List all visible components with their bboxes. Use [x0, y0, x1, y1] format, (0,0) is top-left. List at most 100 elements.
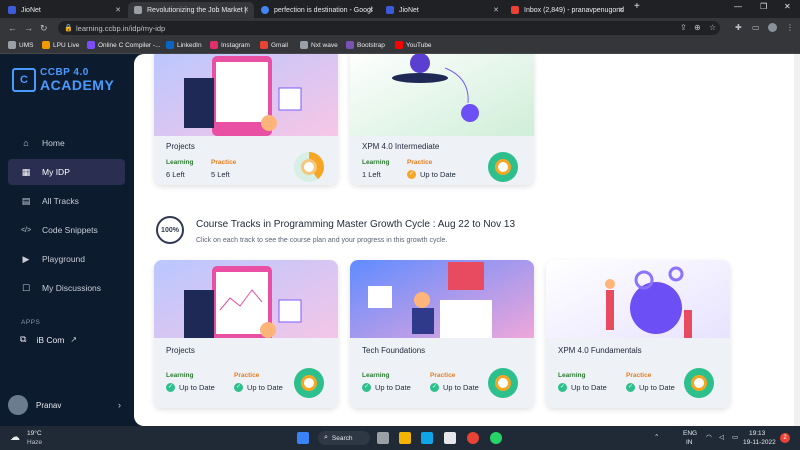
projects-illustration-icon — [154, 260, 338, 348]
bookmark-ums[interactable]: UMS — [8, 41, 33, 49]
sidebar-item-code-snippets[interactable]: </> Code Snippets — [8, 217, 125, 243]
tab-title: JioNet — [399, 6, 419, 14]
close-window-icon[interactable]: ✕ — [784, 2, 791, 11]
ccbp-logo[interactable]: C CCBP 4.0 ACADEMY — [12, 68, 114, 92]
apps-section-label: APPS — [21, 319, 41, 326]
main-content: Projects Learning 6 Left Practice 5 Left — [134, 54, 800, 426]
check-icon: ✓ — [558, 383, 567, 392]
idp-icon: ▦ — [21, 166, 31, 177]
tab-gmail[interactable]: Inbox (2,849) - pranavpenugond ✕ — [505, 2, 629, 18]
close-tab-icon[interactable]: ✕ — [493, 6, 499, 14]
close-tab-icon[interactable]: ✕ — [115, 6, 121, 14]
bookmark-linkedin[interactable]: LinkedIn — [166, 41, 202, 49]
extensions-icon[interactable]: ✚ — [735, 23, 742, 32]
tab-ccbp[interactable]: Revolutionizing the Job Market | ✕ — [128, 2, 254, 18]
card-body: Projects Learning ✓ Up to Date Practice ✓… — [154, 338, 338, 408]
ib-com-icon: ⧉ — [20, 334, 27, 344]
sidebar-item-playground[interactable]: ▶ Playground — [8, 246, 125, 272]
bookmark-bootstrap[interactable]: Bootstrap — [346, 41, 385, 49]
bookmark-label: UMS — [19, 41, 34, 49]
learning-stat: Learning ✓ Up to Date — [166, 372, 215, 392]
page-scrollbar[interactable] — [794, 54, 800, 426]
card-projects-top[interactable]: Projects Learning 6 Left Practice 5 Left — [154, 54, 338, 185]
whatsapp-icon[interactable] — [490, 432, 502, 444]
youtube-icon — [395, 41, 403, 49]
forward-icon[interactable]: → — [24, 23, 33, 33]
card-projects[interactable]: Projects Learning ✓ Up to Date Practice ✓… — [154, 260, 338, 408]
bookmark-label: Instagram — [221, 41, 250, 49]
practice-stat: Practice ✓ Up to Date — [626, 372, 675, 392]
battery-icon[interactable]: ▭ — [732, 433, 738, 441]
maximize-icon[interactable]: ❐ — [760, 2, 767, 11]
bookmark-compiler[interactable]: Online C Compiler -... — [87, 41, 161, 49]
tab-jionet-1[interactable]: JioNet ✕ — [2, 2, 126, 18]
bookmark-instagram[interactable]: Instagram — [210, 41, 250, 49]
bookmark-lpu[interactable]: LPU Live — [42, 41, 79, 49]
close-tab-icon[interactable]: ✕ — [368, 6, 374, 14]
bookmark-gmail[interactable]: Gmail — [260, 41, 288, 49]
sidebar: C CCBP 4.0 ACADEMY ⌂ Home ▦ My IDP ▤ All Tr… — [0, 54, 133, 426]
share-icon[interactable]: ⇪ — [680, 23, 687, 32]
user-profile[interactable]: Pranav › — [8, 395, 125, 415]
windows-start-icon[interactable] — [297, 432, 309, 444]
store-icon[interactable] — [444, 432, 456, 444]
bookmark-star-icon[interactable]: ☆ — [709, 23, 716, 32]
clock-date: 19-11-2022 — [743, 439, 776, 446]
new-tab-button[interactable]: + — [634, 1, 640, 12]
tab-jionet-2[interactable]: JioNet ✕ — [380, 2, 504, 18]
weather-icon: ☁ — [10, 432, 20, 443]
profile-avatar-icon[interactable] — [768, 23, 777, 32]
task-view-icon[interactable] — [377, 432, 389, 444]
address-bar[interactable]: 🔒 learning.ccbp.in/idp/my-idp — [58, 21, 720, 35]
chrome-icon[interactable] — [467, 432, 479, 444]
tab-title: perfection is destination - Googl — [274, 6, 373, 14]
chevron-up-icon[interactable]: ⌃ — [654, 433, 659, 441]
bookmark-label: Online C Compiler -... — [98, 41, 161, 49]
card-tech-foundations[interactable]: Tech Foundations Learning ✓ Up to Date Pr… — [350, 260, 534, 408]
gmail-icon — [260, 41, 268, 49]
practice-label: Practice — [234, 372, 260, 379]
file-explorer-icon[interactable] — [399, 432, 411, 444]
progress-ring-inner — [301, 159, 317, 175]
menu-dots-icon[interactable]: ⋮ — [786, 23, 794, 32]
discussions-icon: ☐ — [21, 282, 31, 293]
tab-google[interactable]: perfection is destination - Googl ✕ — [255, 2, 379, 18]
bookmark-youtube[interactable]: YouTube — [395, 41, 432, 49]
card-xpm-intermediate[interactable]: XPM 4.0 Intermediate Learning 1 Left Pra… — [350, 54, 534, 185]
install-icon[interactable]: ⊕ — [694, 23, 701, 32]
volume-icon[interactable]: ◁ — [719, 433, 724, 441]
bookmark-label: Bootstrap — [357, 41, 385, 49]
minimize-icon[interactable]: — — [734, 2, 742, 11]
tab-title: Inbox (2,849) - pranavpenugond — [524, 6, 625, 14]
linkedin-icon — [166, 41, 174, 49]
back-icon[interactable]: ← — [8, 23, 17, 33]
weather-temp[interactable]: 19°C — [27, 430, 42, 437]
learning-label: Learning — [362, 159, 390, 166]
card-xpm-fundamentals[interactable]: XPM 4.0 Fundamentals Learning ✓ Up to Dat… — [546, 260, 730, 408]
notification-badge[interactable]: 2 — [780, 433, 790, 443]
sidebar-item-label: Code Snippets — [42, 225, 98, 235]
tab-strip: JioNet ✕ Revolutionizing the Job Market … — [0, 0, 800, 18]
sidebar-menu: ⌂ Home ▦ My IDP ▤ All Tracks </> Code Snippe… — [8, 130, 125, 304]
bookmark-nxtwave[interactable]: Nxt wave — [300, 41, 338, 49]
clock-time[interactable]: 19:13 — [749, 430, 765, 437]
sidebar-item-my-idp[interactable]: ▦ My IDP — [8, 159, 125, 185]
close-tab-icon[interactable]: ✕ — [618, 6, 624, 14]
practice-label: Practice — [430, 372, 456, 379]
wifi-icon[interactable]: ◠ — [706, 433, 712, 441]
language-indicator[interactable]: ENG — [683, 430, 697, 437]
learning-value-text: Up to Date — [179, 383, 215, 392]
taskbar-search[interactable]: ⌕ Search — [318, 431, 370, 445]
linkedin-app-icon[interactable] — [421, 432, 433, 444]
sidebar-item-all-tracks[interactable]: ▤ All Tracks — [8, 188, 125, 214]
sidebar-item-label: My Discussions — [42, 283, 102, 293]
sidebar-item-home[interactable]: ⌂ Home — [8, 130, 125, 156]
sidebar-item-my-discussions[interactable]: ☐ My Discussions — [8, 275, 125, 301]
close-tab-icon[interactable]: ✕ — [243, 6, 249, 14]
practice-stat: Practice ✓ Up to Date — [407, 159, 456, 179]
learning-value-text: Up to Date — [571, 383, 607, 392]
sidepanel-icon[interactable]: ▭ — [752, 23, 760, 32]
sidebar-item-label: Home — [42, 138, 65, 148]
sidebar-item-ib-com[interactable]: ⧉ iB Com ↗ — [20, 334, 77, 345]
reload-icon[interactable]: ↻ — [40, 23, 48, 34]
